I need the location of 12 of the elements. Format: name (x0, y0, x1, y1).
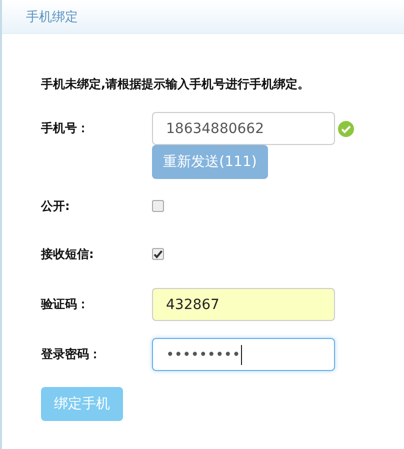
hint-text: 手机未绑定,请根据提示输入手机号进行手机绑定。 (41, 76, 311, 93)
panel-title: 手机绑定 (26, 8, 78, 26)
input-field[interactable]: 18634880662 (152, 112, 335, 145)
checkbox-label: 接收短信: (41, 246, 95, 262)
field-label: 登录密码： (41, 346, 102, 363)
checkbox[interactable] (152, 248, 164, 260)
input-field[interactable]: ••••••••• (152, 338, 335, 371)
input-field[interactable]: 432867 (152, 288, 335, 321)
checkbox[interactable] (152, 200, 164, 212)
checkbox-label: 公开: (41, 198, 71, 214)
field-label: 验证码： (41, 296, 90, 313)
field-label: 手机号： (41, 120, 90, 137)
